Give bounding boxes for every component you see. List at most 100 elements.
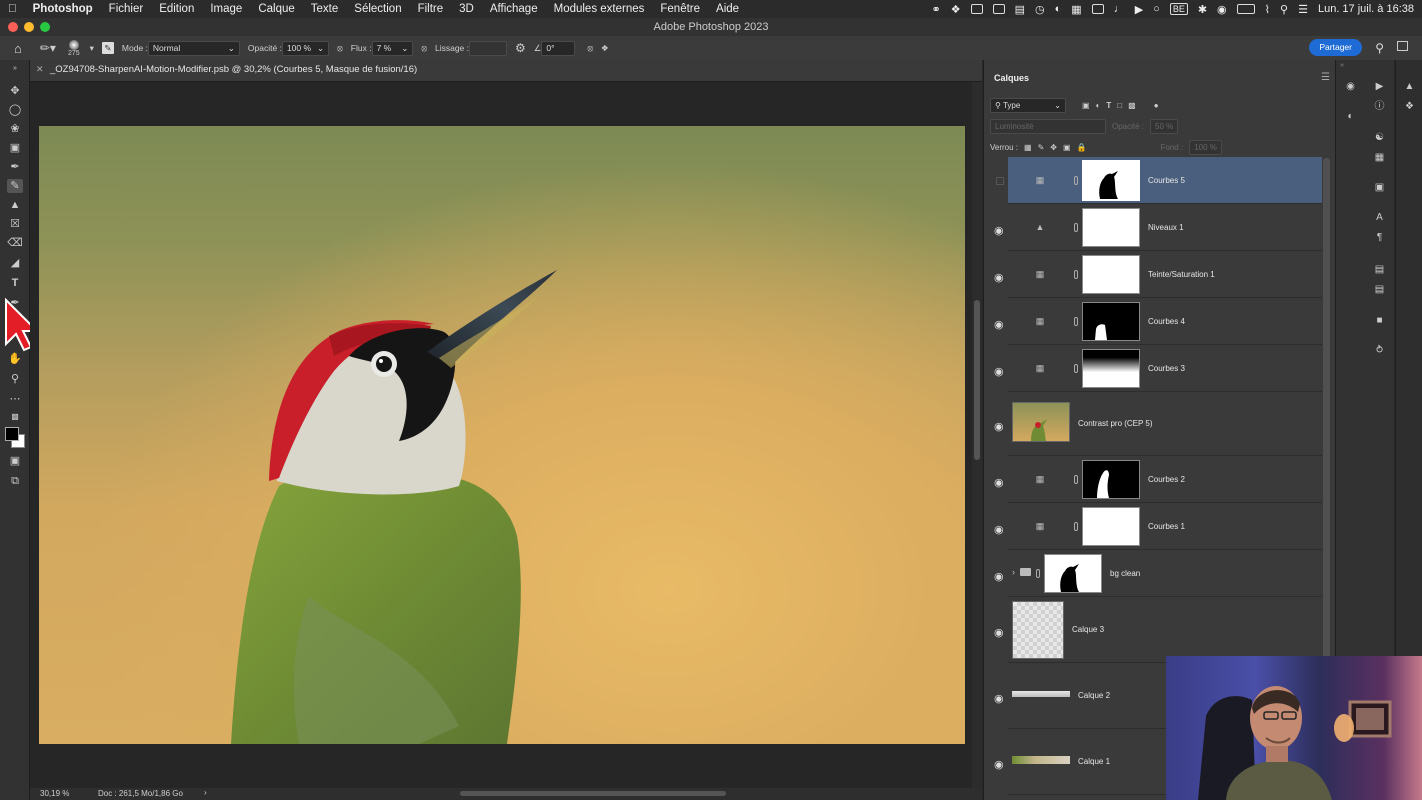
layer-mask-thumbnail[interactable]	[1082, 255, 1140, 294]
3d-panel-icon[interactable]: ☯	[1373, 132, 1386, 143]
menu-filtre[interactable]: Filtre	[410, 3, 452, 15]
layer-name[interactable]: Contrast pro (CEP 5)	[1078, 419, 1153, 428]
layer-name[interactable]: Calque 2	[1078, 691, 1110, 700]
layer-name[interactable]: Courbes 2	[1148, 475, 1185, 484]
layer-mask-thumbnail[interactable]	[1082, 160, 1140, 201]
menu-fenetre[interactable]: Fenêtre	[652, 3, 708, 15]
menu-calque[interactable]: Calque	[250, 3, 302, 15]
lock-transparency-icon[interactable]: ▦	[1024, 143, 1032, 152]
battery-icon[interactable]	[1236, 4, 1255, 14]
bluetooth-icon[interactable]: ✱	[1198, 3, 1207, 16]
filter-toggle-icon[interactable]: ●	[1154, 101, 1159, 110]
chevron-right-icon[interactable]: ›	[1012, 567, 1015, 577]
user-icon[interactable]: ◉	[1217, 3, 1227, 16]
menu-image[interactable]: Image	[202, 3, 250, 15]
close-window-button[interactable]	[8, 22, 18, 32]
layer-name[interactable]: bg clean	[1110, 569, 1140, 578]
menubar-datetime[interactable]: Lun. 17 juil. à 16:38	[1318, 3, 1414, 15]
layer-thumbnail[interactable]	[1012, 691, 1070, 697]
lock-artboard-icon[interactable]: ▣	[1063, 143, 1071, 152]
canvas-vertical-scroll-thumb[interactable]	[974, 300, 980, 460]
collapse-dock-icon[interactable]: »	[1340, 62, 1344, 69]
lock-pixels-icon[interactable]: ✎	[1038, 143, 1045, 152]
marquee-tool-icon[interactable]: ◯	[7, 103, 23, 117]
canvas-area[interactable]	[30, 82, 972, 788]
stamp-tool-icon[interactable]: ▲	[7, 198, 23, 212]
volume-icon[interactable]: ♩	[1114, 3, 1125, 15]
frame-tool-icon[interactable]: ☒	[7, 217, 23, 231]
layer-name[interactable]: Calque 3	[1072, 625, 1104, 634]
play-icon[interactable]: ▶	[1135, 3, 1143, 16]
layer-mask-thumbnail[interactable]	[1044, 554, 1102, 593]
airbrush-icon[interactable]: ⦻	[421, 43, 427, 54]
menu-3d[interactable]: 3D	[451, 3, 482, 15]
character-panel-icon[interactable]: A	[1373, 212, 1386, 223]
link-icon[interactable]	[1074, 475, 1078, 484]
eye-icon[interactable]: ◉	[994, 758, 1004, 771]
grid-icon[interactable]: ▦	[1071, 3, 1081, 16]
lock-all-icon[interactable]: 🔒	[1077, 143, 1087, 152]
smoothing-field[interactable]	[469, 40, 508, 56]
eye-icon[interactable]: ◉	[994, 420, 1004, 433]
eye-icon[interactable]: ◉	[994, 626, 1004, 639]
move-tool-icon[interactable]: ✥	[7, 84, 23, 98]
eye-icon[interactable]: ◉	[994, 365, 1004, 378]
layer-mask-thumbnail[interactable]	[1082, 349, 1140, 388]
search-icon[interactable]: ⚲	[1280, 3, 1288, 16]
more-tools-icon[interactable]: ⋯	[7, 392, 23, 406]
eyedropper-tool-icon[interactable]: ✒	[7, 160, 23, 174]
minimize-window-button[interactable]	[24, 22, 34, 32]
channels-panel-icon[interactable]: ▦	[1373, 152, 1386, 163]
woodpecker-photo[interactable]	[39, 126, 965, 744]
blend-mode-dropdown[interactable]: Luminosité	[990, 119, 1106, 134]
menu-selection[interactable]: Sélection	[346, 3, 409, 15]
link-icon[interactable]	[1074, 176, 1078, 185]
layer-row-courbes-3[interactable]: ◉ ▦ Courbes 3	[994, 345, 1322, 392]
menu-modules-externes[interactable]: Modules externes	[546, 3, 653, 15]
clock-icon[interactable]: ◷	[1035, 3, 1045, 16]
zoom-window-button[interactable]	[40, 22, 50, 32]
apple-icon[interactable]: 	[0, 3, 25, 15]
menu-photoshop[interactable]: Photoshop	[25, 3, 101, 15]
pressure-opacity-icon[interactable]: ⦻	[337, 43, 343, 54]
mode-dropdown[interactable]: Normal ⌄	[147, 40, 240, 56]
workspace-icon[interactable]	[1397, 41, 1408, 51]
brush-settings-icon[interactable]: ▾	[90, 43, 94, 54]
layer-group-bg-clean[interactable]: ◉ › bg clean	[994, 550, 1322, 597]
eye-icon[interactable]: ◉	[994, 271, 1004, 284]
layer-row-courbes-2[interactable]: ◉ ▦ Courbes 2	[994, 456, 1322, 503]
home-icon[interactable]: ⌂	[14, 41, 22, 56]
share-button[interactable]: Partager	[1309, 39, 1362, 56]
eye-icon[interactable]: ◉	[994, 318, 1004, 331]
layer-row-courbes-1[interactable]: ◉ ▦ Courbes 1	[994, 503, 1322, 550]
menu-edition[interactable]: Edition	[151, 3, 202, 15]
timeline-panel-icon[interactable]: ■	[1373, 315, 1386, 326]
layer-thumbnail[interactable]	[1012, 601, 1064, 659]
lock-position-icon[interactable]: ✥	[1050, 143, 1057, 152]
filter-shape-icon[interactable]: □	[1117, 101, 1122, 110]
contrast-icon[interactable]: ◐	[1055, 3, 1062, 15]
dropbox-icon[interactable]: ❖	[951, 3, 961, 16]
object-selection-tool-icon[interactable]: ▣	[7, 141, 23, 155]
properties-panel-icon[interactable]: ❖	[1403, 101, 1416, 112]
gradient-tool-icon[interactable]: ◢	[7, 256, 23, 270]
foreground-color-swatch[interactable]	[5, 427, 19, 441]
menu-aide[interactable]: Aide	[708, 3, 747, 15]
filter-smart-object-icon[interactable]: ▩	[1128, 101, 1136, 110]
pressure-size-icon[interactable]: ⦻	[587, 43, 593, 54]
layer-mask-thumbnail[interactable]	[1082, 208, 1140, 247]
display-icon[interactable]	[992, 4, 1005, 14]
doc-size-info[interactable]: Doc : 261,5 Mo/1,86 Go	[98, 789, 183, 798]
panel-menu-icon[interactable]: ☰	[1321, 72, 1330, 83]
visibility-toggle-off-icon[interactable]	[996, 177, 1004, 185]
keyboard-layout[interactable]: BE	[1169, 3, 1188, 15]
smoothing-settings-gear-icon[interactable]: ⚙	[515, 41, 526, 55]
filter-type-icon[interactable]: T	[1106, 101, 1111, 110]
eye-icon[interactable]: ◉	[994, 224, 1004, 237]
filter-pixel-icon[interactable]: ▣	[1082, 101, 1090, 110]
link-icon[interactable]	[1074, 522, 1078, 531]
menu-affichage[interactable]: Affichage	[482, 3, 546, 15]
layer-name[interactable]: Niveaux 1	[1148, 223, 1184, 232]
quick-mask-icon[interactable]: ▣	[7, 454, 23, 468]
eye-icon[interactable]: ◉	[994, 523, 1004, 536]
